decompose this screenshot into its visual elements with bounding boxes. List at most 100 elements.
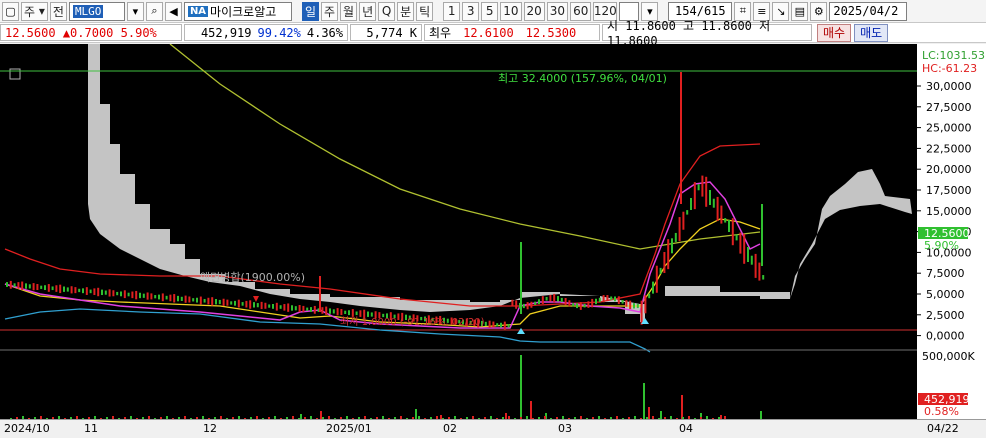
candle [287, 303, 290, 312]
candle [332, 309, 335, 314]
candle [264, 302, 267, 309]
interval-10[interactable]: 10 [500, 1, 522, 21]
candle [629, 300, 632, 310]
candle [169, 294, 172, 302]
ichimoku-cloud [88, 44, 645, 322]
candle [177, 295, 179, 302]
interval-1[interactable]: 1 [443, 1, 461, 21]
volume-bar [660, 411, 662, 419]
candle [560, 297, 563, 303]
gear-icon[interactable]: ⚙ [810, 1, 828, 21]
candle [283, 304, 286, 311]
code-input[interactable]: MLGO [68, 1, 125, 21]
candle [583, 303, 586, 308]
candle [158, 294, 160, 300]
candle [530, 301, 533, 308]
candle [678, 217, 681, 242]
candle [108, 289, 111, 297]
candle [256, 303, 259, 308]
stock-name: 마이크로알고 [210, 4, 277, 19]
speaker-icon[interactable]: ◀ [164, 1, 182, 21]
candle [712, 198, 715, 208]
period-minute[interactable]: 분 [397, 1, 415, 21]
chart-canvas[interactable]: 최고 32.4000 (157.96%, 04/01) 액면병합(1900.00… [0, 44, 986, 419]
market-select[interactable]: 주 ▾ [21, 1, 48, 21]
candle [44, 285, 46, 291]
volume-bar [760, 411, 762, 419]
candle [492, 321, 495, 328]
search-icon[interactable]: ⌕ [145, 1, 163, 21]
candle [291, 305, 293, 311]
candle [36, 283, 39, 290]
best-quote-label: 최우 [429, 26, 452, 40]
candle [104, 290, 107, 295]
ichimoku-cloud-future [790, 169, 912, 299]
buy-button[interactable]: 매수 [817, 23, 852, 42]
candle [165, 295, 168, 300]
sell-button[interactable]: 매도 [854, 23, 889, 42]
stock-name-field[interactable]: NA 마이크로알고 [183, 1, 292, 21]
candle [606, 295, 609, 302]
candle [709, 190, 711, 205]
candle [515, 300, 518, 309]
volume-value: 452,919 [200, 25, 252, 40]
candle [648, 293, 651, 299]
split-annotation: 액면병합(1900.00%) [200, 271, 305, 284]
candle [63, 286, 65, 292]
date-input[interactable]: 2025/04/2 [829, 1, 908, 21]
candle [579, 302, 582, 310]
price-tick-label: 5,0000 [926, 288, 965, 301]
candle [215, 299, 217, 305]
period-day[interactable]: 일 [301, 1, 319, 21]
candle [572, 303, 575, 307]
interval-60[interactable]: 60 [570, 1, 592, 21]
period-quarter[interactable]: Q [378, 1, 396, 21]
date-tick-label: 03 [558, 422, 572, 435]
interval-20[interactable]: 20 [523, 1, 545, 21]
candle [97, 287, 100, 297]
volume-bar [643, 383, 645, 419]
candle [241, 302, 244, 306]
candle [196, 297, 198, 303]
period-week[interactable]: 주 [320, 1, 339, 21]
volume-bar [648, 407, 650, 419]
price-chart[interactable]: 최고 32.4000 (157.96%, 04/01) 액면병합(1900.00… [0, 44, 986, 438]
candle [534, 301, 537, 305]
price-tick-label: 15,0000 [926, 205, 972, 218]
price-tick-label: 2,5000 [926, 309, 965, 322]
candle [188, 296, 191, 303]
na-badge: NA [187, 5, 209, 17]
period-month[interactable]: 월 [340, 1, 358, 21]
candle [587, 301, 590, 308]
candle [674, 232, 677, 242]
period-year[interactable]: 년 [359, 1, 377, 21]
volume-bar [681, 395, 683, 419]
candle [131, 291, 134, 299]
code-dropdown-icon[interactable]: ▾ [126, 1, 144, 21]
window-icon[interactable]: ▢ [2, 1, 19, 21]
volume-bar [520, 355, 522, 419]
candle [74, 287, 77, 294]
candle [659, 267, 662, 274]
candle [211, 297, 214, 306]
period-tick[interactable]: 틱 [416, 1, 434, 21]
volume-axis-label: 500,000K [922, 350, 975, 363]
price-tick-label: 0,0000 [926, 330, 965, 343]
candle [40, 285, 43, 289]
interval-5[interactable]: 5 [481, 1, 499, 21]
date-tick-label: 04 [679, 422, 693, 435]
prev-button[interactable]: 전 [49, 1, 67, 21]
candle [192, 298, 195, 302]
volume-pct-label: 0.58% [924, 405, 959, 418]
candle [89, 289, 92, 294]
interval-30[interactable]: 30 [546, 1, 569, 21]
candle [625, 300, 628, 307]
date-axis: 2024/10 11 12 2025/01 02 03 04 04/22 [0, 419, 986, 438]
candle [526, 302, 529, 310]
candle [85, 287, 88, 295]
candle [735, 234, 738, 241]
candle [180, 296, 183, 301]
market-label: 주 [24, 4, 36, 19]
interval-3[interactable]: 3 [462, 1, 480, 21]
candle [488, 320, 491, 328]
